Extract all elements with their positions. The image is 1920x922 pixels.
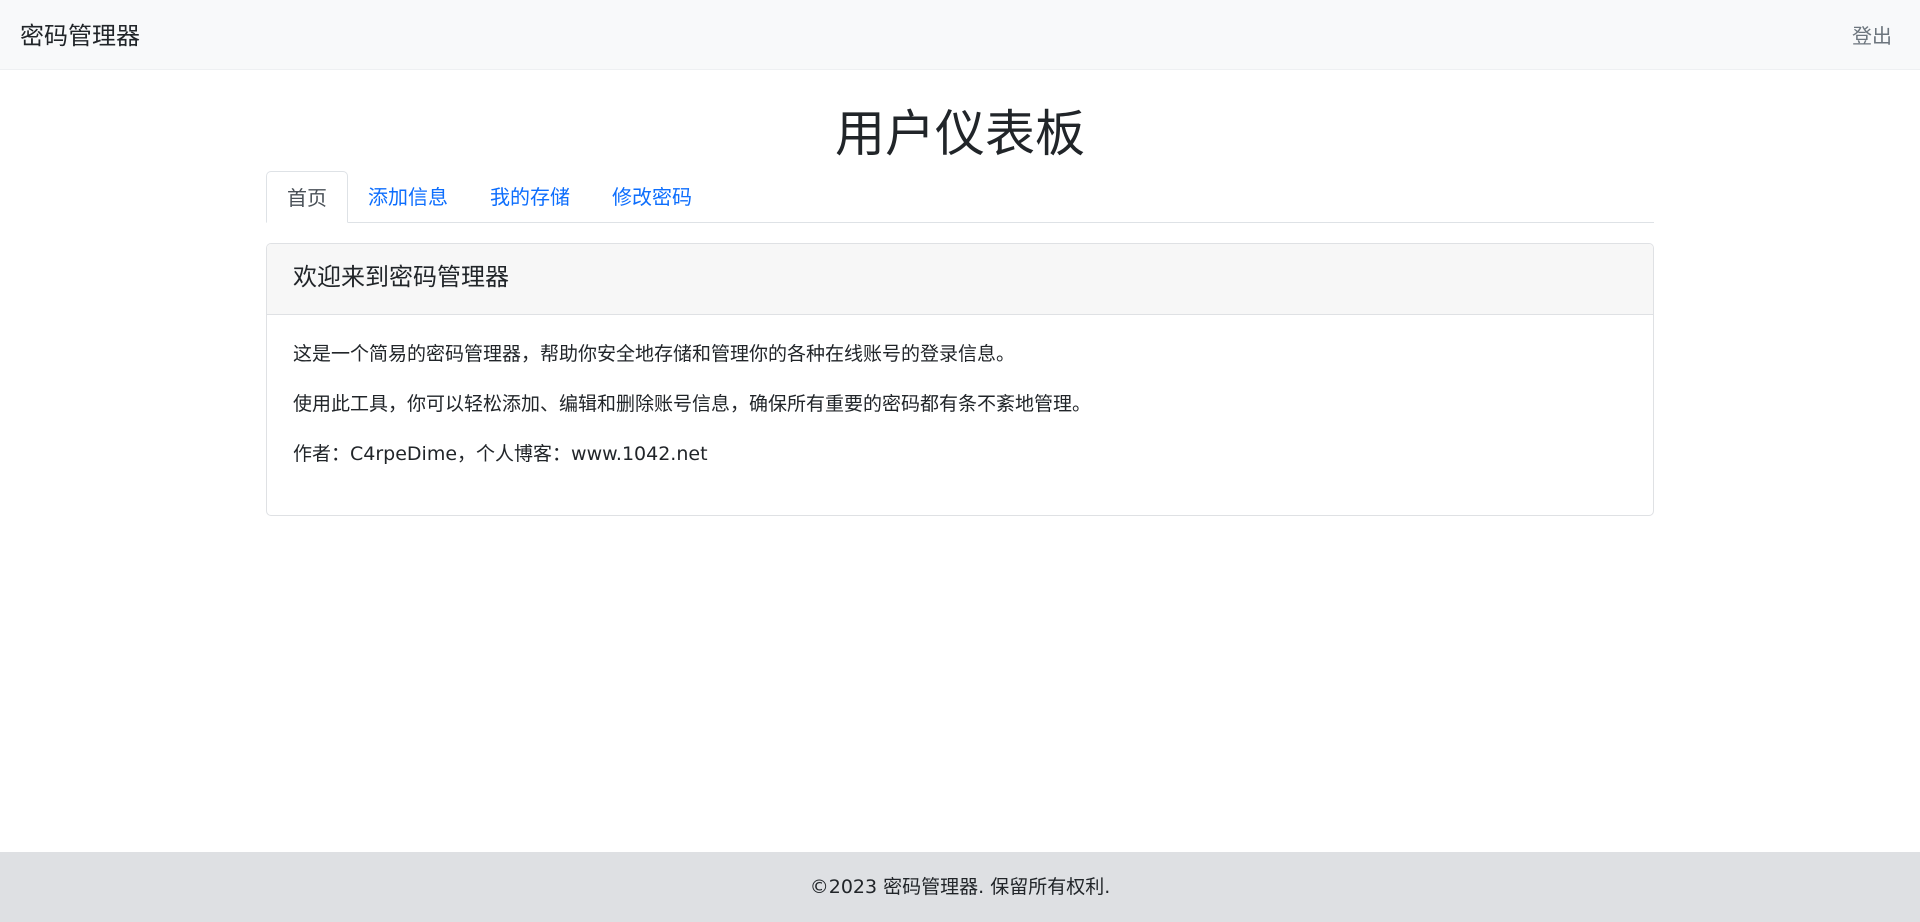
page-title: 用户仪表板 <box>835 105 1085 163</box>
intro-paragraph: 这是一个简易的密码管理器，帮助你安全地存储和管理你的各种在线账号的登录信息。 <box>293 343 1016 365</box>
tab-my-storage[interactable]: 我的存储 <box>470 171 590 223</box>
card-body: 这是一个简易的密码管理器，帮助你安全地存储和管理你的各种在线账号的登录信息。 使… <box>267 315 1653 467</box>
card-header: 欢迎来到密码管理器 <box>267 244 1653 315</box>
tab-home[interactable]: 首页 <box>266 171 348 223</box>
footer-copyright: ©2023 密码管理器. 保留所有权利. <box>809 876 1111 898</box>
nav-tabs: 首页 添加信息 我的存储 修改密码 <box>266 171 1654 223</box>
top-navbar: 密码管理器 登出 <box>0 0 1920 70</box>
welcome-card: 欢迎来到密码管理器 这是一个简易的密码管理器，帮助你安全地存储和管理你的各种在线… <box>266 243 1654 516</box>
logout-link[interactable]: 登出 <box>1852 23 1892 49</box>
brand-logo-text[interactable]: 密码管理器 <box>20 20 140 52</box>
tab-add-info[interactable]: 添加信息 <box>348 171 468 223</box>
usage-paragraph: 使用此工具，你可以轻松添加、编辑和删除账号信息，确保所有重要的密码都有条不紊地管… <box>293 393 1092 415</box>
page-footer: ©2023 密码管理器. 保留所有权利. <box>0 852 1920 922</box>
author-paragraph: 作者：C4rpeDime，个人博客：www.1042.net <box>293 443 708 465</box>
tab-change-password[interactable]: 修改密码 <box>592 171 712 223</box>
